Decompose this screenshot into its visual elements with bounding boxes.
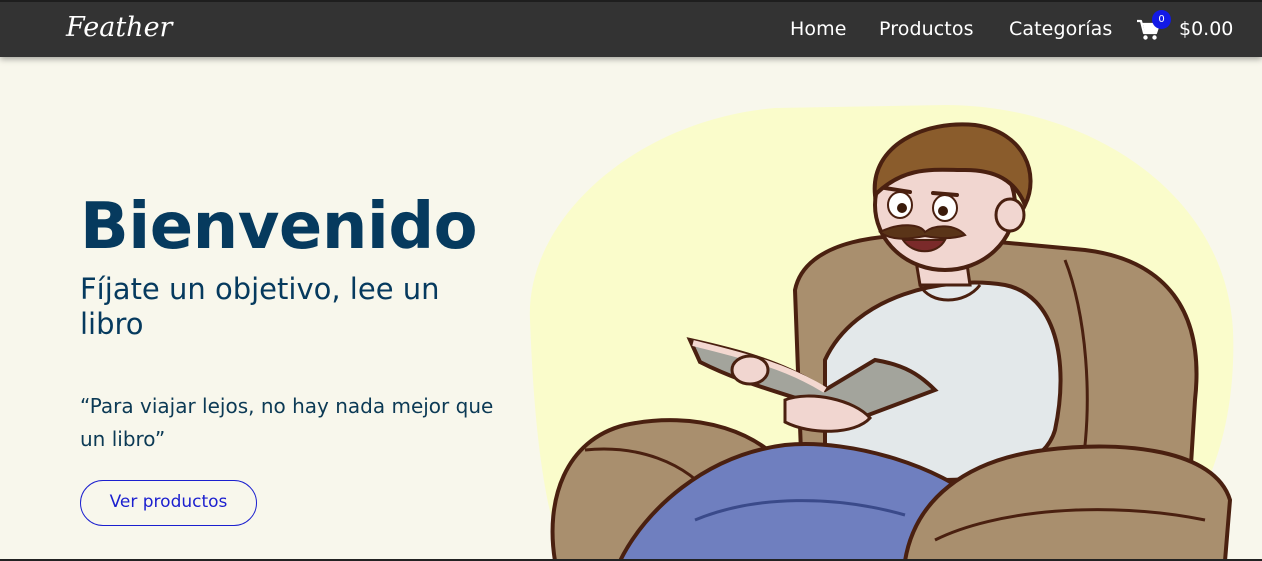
brand-logo[interactable]: Feather <box>66 12 172 43</box>
hero-subtitle: Fíjate un objetivo, lee un libro <box>80 272 440 341</box>
cart-total[interactable]: $0.00 <box>1179 18 1233 40</box>
reading-man-illustration <box>529 105 1234 561</box>
nav-link-productos[interactable]: Productos <box>879 18 974 40</box>
hero-quote: “Para viajar lejos, no hay nada mejor qu… <box>80 394 494 451</box>
hand-left <box>730 354 770 386</box>
hero-title: Bienvenido <box>80 190 478 264</box>
nav-link-home[interactable]: Home <box>790 18 847 40</box>
nav-link-categorias[interactable]: Categorías <box>1009 18 1112 40</box>
navbar: Feather Home Productos Categorías 0 $0.0… <box>0 0 1262 57</box>
ver-productos-button[interactable]: Ver productos <box>80 480 257 526</box>
cart-count-badge: 0 <box>1152 10 1171 29</box>
